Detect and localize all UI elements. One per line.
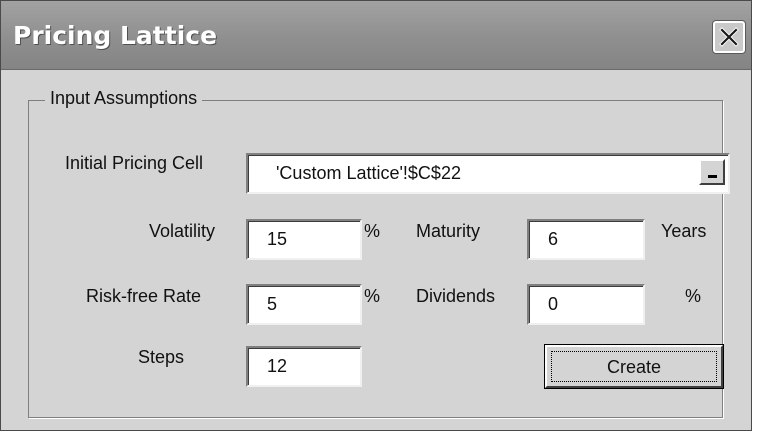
volatility-value: 15	[267, 229, 288, 249]
dividends-value: 0	[548, 294, 559, 314]
range-select-button[interactable]	[699, 159, 725, 185]
risk-free-rate-input[interactable]: 5	[246, 284, 362, 325]
window-title: Pricing Lattice	[13, 21, 218, 50]
title-bar[interactable]: Pricing Lattice	[1, 1, 751, 70]
dividends-label: Dividends	[416, 286, 496, 306]
volatility-input[interactable]: 15	[246, 219, 362, 260]
risk-free-rate-value: 5	[267, 294, 278, 314]
initial-pricing-cell-field[interactable]: 'Custom Lattice'!$C$22	[246, 153, 730, 194]
close-icon	[719, 27, 739, 47]
risk-free-rate-unit: %	[364, 286, 381, 306]
maturity-input[interactable]: 6	[527, 219, 645, 260]
dividends-unit: %	[685, 286, 702, 306]
steps-input[interactable]: 12	[246, 346, 362, 387]
risk-free-rate-label: Risk-free Rate	[86, 286, 202, 306]
steps-label: Steps	[138, 347, 185, 367]
steps-value: 12	[267, 356, 288, 376]
group-legend: Input Assumptions	[45, 88, 203, 109]
create-button-bevel: Create	[545, 345, 723, 388]
dialog-body: Input Assumptions Initial Pricing Cell '…	[8, 70, 744, 423]
maturity-unit: Years	[661, 221, 707, 241]
volatility-label: Volatility	[149, 221, 216, 241]
create-button[interactable]: Create	[544, 344, 724, 389]
initial-pricing-cell-label: Initial Pricing Cell	[65, 153, 204, 173]
maturity-value: 6	[548, 229, 559, 249]
create-button-label: Create	[606, 357, 662, 377]
close-button[interactable]	[713, 21, 745, 53]
initial-pricing-cell-value: 'Custom Lattice'!$C$22	[276, 163, 461, 183]
volatility-unit: %	[364, 221, 381, 241]
pricing-lattice-dialog: Pricing Lattice Input Assumptions Initia…	[0, 0, 752, 431]
minimize-dash-icon	[708, 175, 717, 178]
dividends-input[interactable]: 0	[527, 284, 645, 325]
maturity-label: Maturity	[416, 221, 481, 241]
